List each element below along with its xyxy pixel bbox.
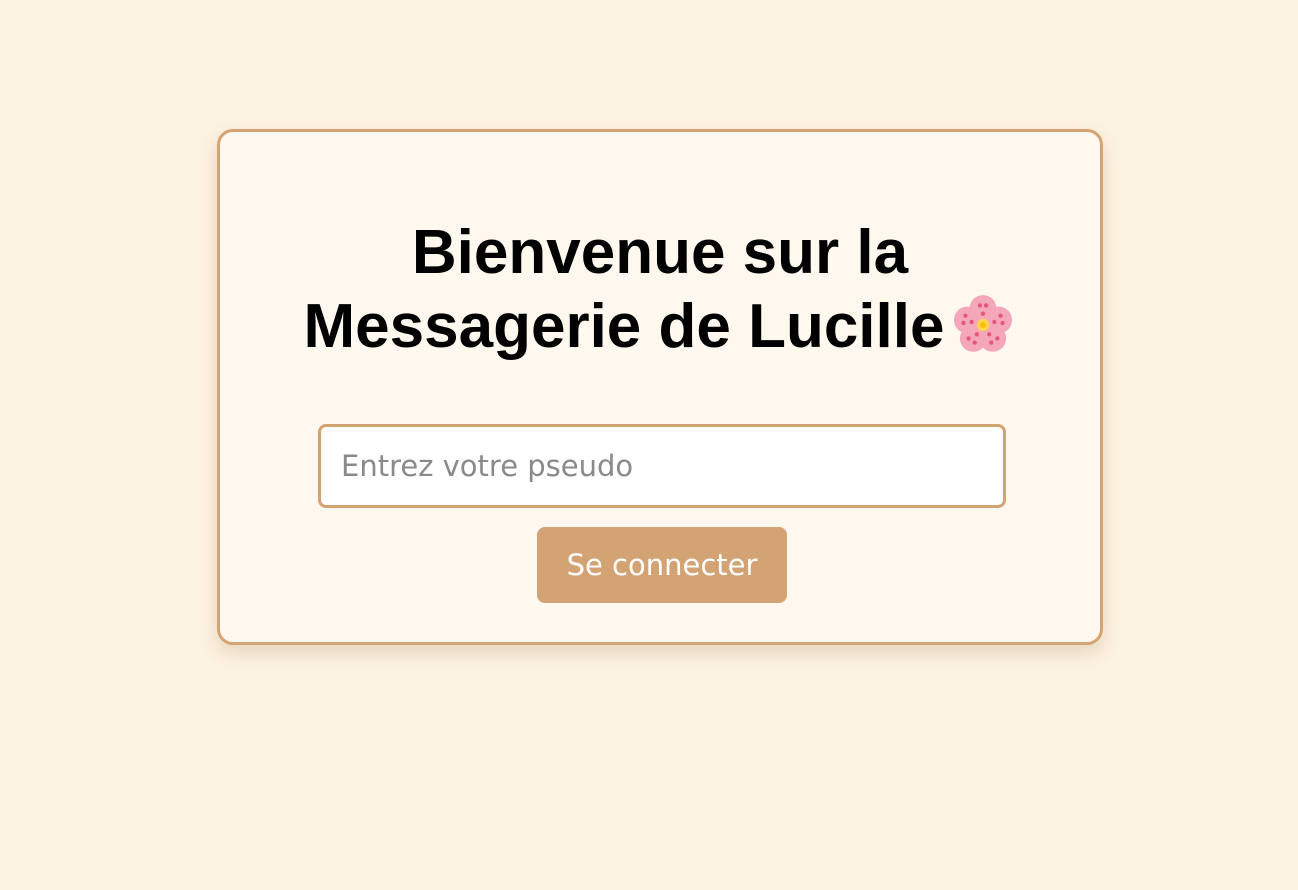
login-card: Bienvenue sur la Messagerie de Lucille E…: [217, 129, 1103, 645]
welcome-title-line-1: Bienvenue sur la: [411, 218, 909, 287]
welcome-title-line-2-text: Messagerie de Lucille: [303, 292, 945, 361]
pseudo-input[interactable]: [318, 424, 1006, 508]
welcome-title-line-2: Messagerie de Lucille: [220, 290, 1100, 364]
connect-button[interactable]: Se connecter: [537, 527, 787, 603]
cherry-blossom-icon: [954, 295, 1013, 352]
welcome-title: Bienvenue sur la Messagerie de Lucille: [220, 216, 1100, 364]
